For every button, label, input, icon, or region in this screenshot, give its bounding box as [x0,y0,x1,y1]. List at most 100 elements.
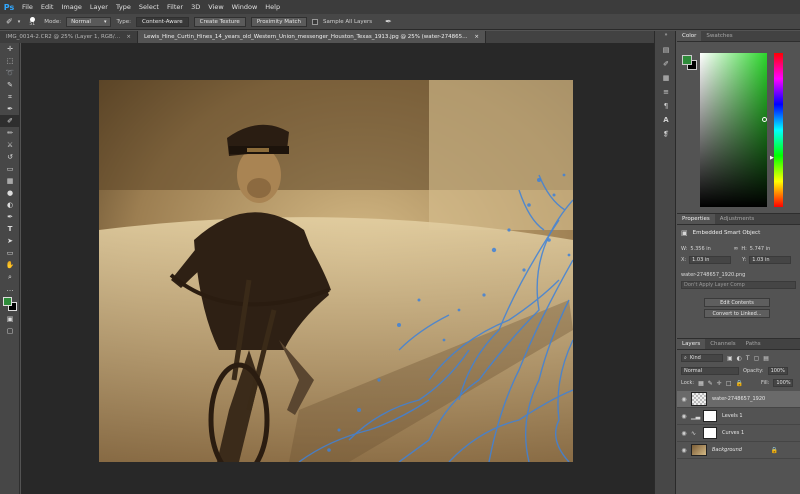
tab-swatches[interactable]: Swatches [701,31,737,41]
libraries-panel-icon[interactable]: ▦ [655,71,677,85]
history-panel-icon[interactable]: ▤ [655,43,677,57]
convert-to-linked-button[interactable]: Convert to Linked... [704,309,770,318]
dodge-tool-icon[interactable]: ◐ [0,199,20,211]
layer-name[interactable]: Levels 1 [722,413,743,419]
menu-3d[interactable]: 3D [187,0,204,14]
paragraph-panel-icon[interactable]: ¶ [655,99,677,113]
edit-contents-button[interactable]: Edit Contents [704,298,770,307]
color-swatches[interactable] [0,295,20,313]
menu-select[interactable]: Select [135,0,163,14]
hue-slider[interactable] [774,53,783,207]
filter-shape-icon[interactable]: ▢ [754,355,760,362]
rectangle-tool-icon[interactable]: ▭ [0,247,20,259]
lasso-tool-icon[interactable]: ➰ [0,67,20,79]
history-brush-tool-icon[interactable]: ↺ [0,151,20,163]
close-icon[interactable]: × [474,34,479,40]
blend-mode-select[interactable]: Normal [681,367,739,375]
menu-filter[interactable]: Filter [163,0,187,14]
menu-type[interactable]: Type [112,0,135,14]
foreground-color-swatch[interactable] [3,297,12,306]
pressure-size-icon[interactable]: ✒ [385,17,392,26]
lock-pixels-icon[interactable]: ▦ [698,380,704,387]
menu-file[interactable]: File [18,0,37,14]
content-aware-button[interactable]: Content-Aware [135,16,189,27]
layer-row[interactable]: ◉ water-2748657_1920 [677,391,800,408]
fill-field[interactable]: 100% [773,379,794,387]
menu-help[interactable]: Help [261,0,284,14]
kind-filter-select[interactable]: ⌕ Kind [681,354,723,362]
menu-image[interactable]: Image [57,0,85,14]
document-tab-active[interactable]: Lewis_Hine_Curtin_Hines_14_years_old_Wes… [138,31,486,43]
quick-mask-icon[interactable]: ▣ [0,313,20,325]
lock-position-icon[interactable]: ✛ [717,380,722,387]
menu-window[interactable]: Window [228,0,262,14]
y-field[interactable]: 1.03 in [749,256,792,264]
eye-icon[interactable]: ◉ [677,447,691,454]
eraser-tool-icon[interactable]: ▭ [0,163,20,175]
brush-tool-icon[interactable]: ✏ [0,127,20,139]
tab-paths[interactable]: Paths [741,339,766,349]
adjustments-panel-icon[interactable]: ≡ [655,85,677,99]
character-panel-icon[interactable]: A [655,113,677,127]
screen-mode-icon[interactable]: ▢ [0,325,20,337]
healing-brush-tool-icon[interactable]: ✐ [0,115,20,127]
clone-stamp-tool-icon[interactable]: ⚔ [0,139,20,151]
mode-select[interactable]: Normal ▾ [66,16,112,27]
layer-name[interactable]: Curves 1 [722,430,744,436]
brush-panel-icon[interactable]: ✐ [655,57,677,71]
tab-adjustments[interactable]: Adjustments [715,214,759,224]
path-selection-tool-icon[interactable]: ➤ [0,235,20,247]
spot-healing-brush-icon[interactable]: ✐ [6,17,13,26]
filter-adjustment-icon[interactable]: ◐ [737,355,742,362]
paragraph-styles-icon[interactable]: ❡ [655,127,677,141]
pen-tool-icon[interactable]: ✒ [0,211,20,223]
layer-name[interactable]: water-2748657_1920 [712,396,765,402]
blur-tool-icon[interactable]: ● [0,187,20,199]
brush-preset-picker[interactable]: 51 [25,16,39,27]
menu-layer[interactable]: Layer [86,0,112,14]
opacity-field[interactable]: 100% [767,367,788,375]
layer-row[interactable]: ◉ ∿ Curves 1 [677,425,800,442]
crop-tool-icon[interactable]: ⌗ [0,91,20,103]
layer-row[interactable]: ◉ Background 🔒 [677,442,800,459]
tab-properties[interactable]: Properties [677,214,715,224]
lock-paint-icon[interactable]: ✎ [708,380,713,387]
filter-type-icon[interactable]: T [746,355,750,362]
w-value[interactable]: 5.356 in [690,246,730,252]
quick-select-tool-icon[interactable]: ✎ [0,79,20,91]
eyedropper-tool-icon[interactable]: ✒ [0,103,20,115]
filter-pixel-icon[interactable]: ▣ [727,355,733,362]
eye-icon[interactable]: ◉ [677,430,691,437]
gradient-tool-icon[interactable]: ▦ [0,175,20,187]
lock-artboard-icon[interactable]: □ [726,380,732,387]
link-icon[interactable]: ∞ [733,245,738,252]
tab-layers[interactable]: Layers [677,339,706,349]
layer-row[interactable]: ◉ ▁▃ Levels 1 [677,408,800,425]
hand-tool-icon[interactable]: ✋ [0,259,20,271]
sample-all-layers-checkbox[interactable] [312,18,318,25]
color-fg-bg-swatches[interactable] [682,55,698,71]
collapse-arrows-icon[interactable]: » [655,31,677,39]
type-tool-icon[interactable]: T [0,223,20,235]
document-tab[interactable]: IMG_0014-2.CR2 @ 25% (Layer 1, RGB/8*) × [0,31,138,43]
h-value[interactable]: 5.747 in [750,246,770,252]
hue-slider-handle-icon[interactable]: ▶ [770,155,774,161]
more-tools-icon[interactable]: … [0,283,20,295]
chevron-down-icon[interactable]: ▾ [18,19,21,25]
layer-comp-select[interactable]: Don't Apply Layer Comp [681,281,796,289]
tab-channels[interactable]: Channels [705,339,740,349]
move-tool-icon[interactable]: ✛ [0,43,20,55]
menu-view[interactable]: View [204,0,227,14]
menu-edit[interactable]: Edit [37,0,58,14]
document-canvas[interactable] [99,80,573,462]
marquee-tool-icon[interactable]: ⬚ [0,55,20,67]
proximity-match-button[interactable]: Proximity Match [250,16,307,27]
eye-icon[interactable]: ◉ [677,413,691,420]
tab-color[interactable]: Color [677,31,702,41]
eye-icon[interactable]: ◉ [677,396,691,403]
foreground-color-swatch[interactable] [682,55,692,65]
color-picker-field[interactable] [700,53,767,207]
create-texture-button[interactable]: Create Texture [193,16,246,27]
zoom-tool-icon[interactable]: ⌕ [0,271,20,283]
filter-smart-object-icon[interactable]: ▤ [763,355,769,362]
